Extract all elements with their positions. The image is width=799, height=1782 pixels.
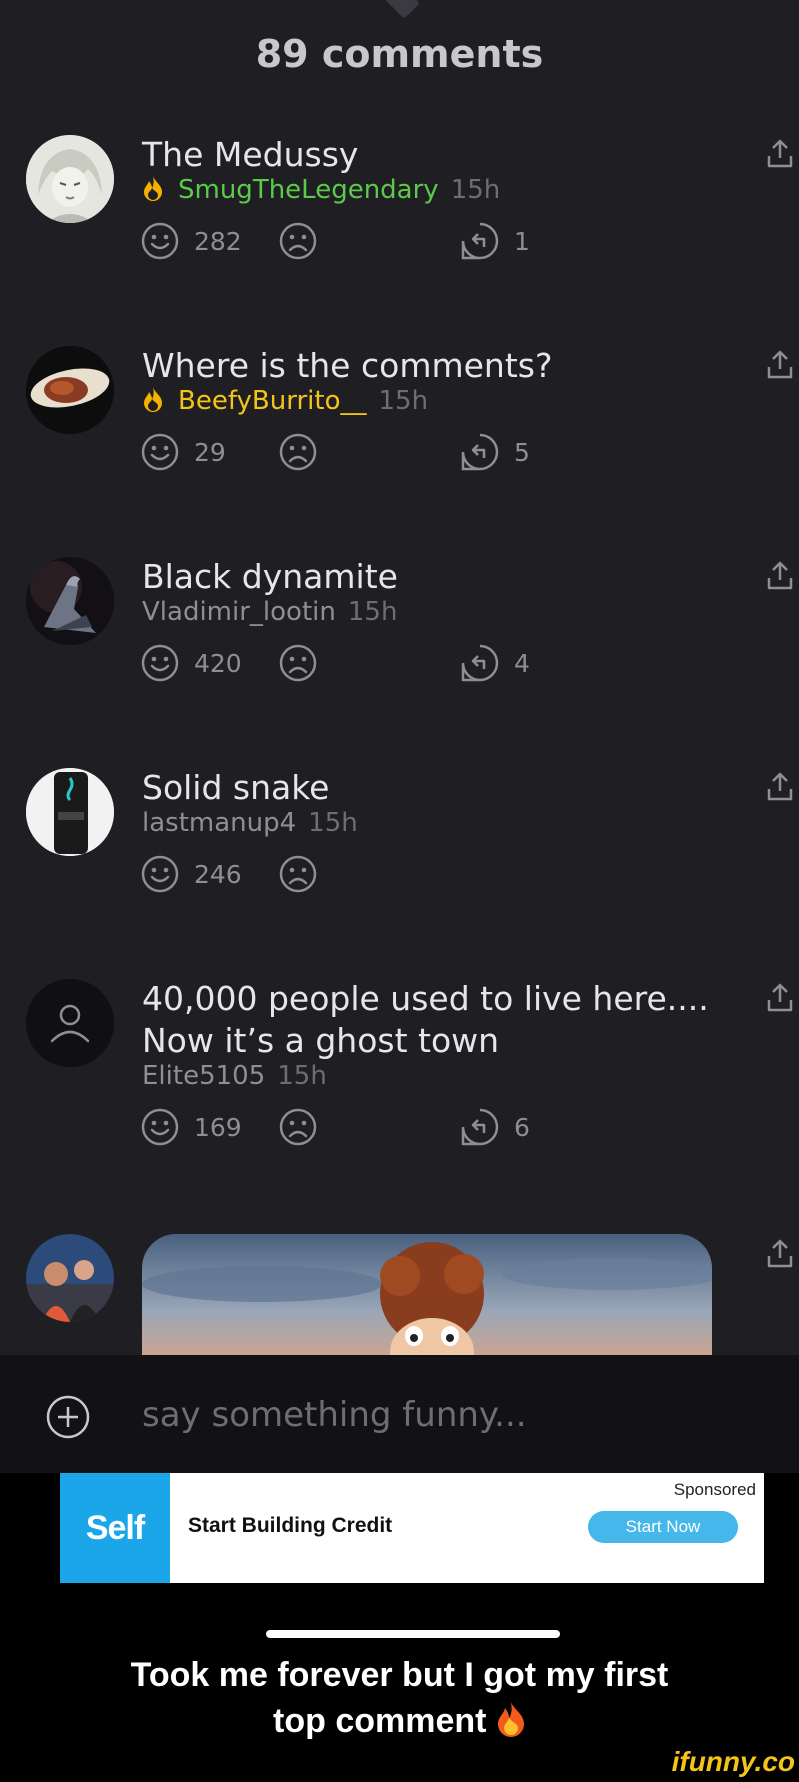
caption-line-2-wrap: top comment (0, 1698, 799, 1744)
share-icon[interactable] (766, 982, 794, 1014)
meme-caption: Took me forever but I got my first top c… (0, 1652, 799, 1744)
unsmile-button[interactable] (278, 1107, 318, 1147)
username[interactable]: SmugTheLegendary (178, 175, 439, 205)
comment-meta: BeefyBurrito__ 15h (142, 386, 428, 416)
smile-button[interactable]: 169 (140, 1107, 242, 1147)
username[interactable]: lastmanup4 (142, 808, 296, 838)
ad-sponsored-label: Sponsored (673, 1480, 756, 1499)
timestamp: 15h (277, 1061, 327, 1091)
comment-text: 40,000 people used to live here.... Now … (142, 979, 709, 1060)
comment-input[interactable]: say something funny... (142, 1395, 527, 1435)
comment-image[interactable] (142, 1234, 712, 1364)
reply-button[interactable]: 4 (460, 643, 530, 683)
ad-logo: Self (60, 1473, 170, 1583)
ad-banner[interactable]: Self Start Building Credit Sponsored Sta… (60, 1473, 764, 1583)
smile-count: 282 (194, 226, 242, 256)
unsmile-button[interactable] (278, 432, 318, 472)
timestamp: 15h (378, 386, 429, 416)
timestamp: 15h (347, 597, 398, 627)
comment-meta: lastmanup4 15h (142, 808, 358, 838)
watermark: ifunny.co (671, 1746, 795, 1777)
comment-meta: Elite5105 15h (142, 1061, 327, 1091)
frown-icon (279, 222, 317, 260)
comment-actions: 282 1 (140, 221, 560, 261)
reply-count: 6 (514, 1112, 530, 1142)
fire-emoji-icon (497, 1702, 524, 1737)
reply-count: 4 (514, 648, 530, 678)
username[interactable]: BeefyBurrito__ (178, 386, 366, 416)
share-icon[interactable] (766, 349, 794, 381)
fire-badge-icon (144, 387, 162, 412)
smile-count: 29 (194, 437, 226, 467)
reply-icon (461, 222, 499, 260)
avatar[interactable] (26, 979, 114, 1067)
share-icon[interactable] (766, 560, 794, 592)
comment-meta: SmugTheLegendary 15h (142, 175, 500, 205)
frown-icon (279, 644, 317, 682)
unsmile-button[interactable] (278, 854, 318, 894)
frown-icon (279, 1108, 317, 1146)
default-user-icon (26, 979, 114, 1067)
sheet-handle[interactable] (380, 0, 420, 19)
reply-button[interactable]: 6 (460, 1107, 530, 1147)
smile-count: 246 (194, 859, 242, 889)
reply-count: 1 (514, 226, 530, 256)
share-icon[interactable] (766, 138, 794, 170)
ad-headline: Start Building Credit (188, 1514, 393, 1537)
unsmile-button[interactable] (278, 643, 318, 683)
fire-badge-icon (144, 176, 162, 201)
smile-count: 420 (194, 648, 242, 678)
reply-button[interactable]: 1 (460, 221, 530, 261)
avatar[interactable] (26, 135, 114, 223)
smile-button[interactable]: 246 (140, 854, 242, 894)
comment-composer: say something funny... (0, 1355, 799, 1473)
comment-meta: Vladimir_lootin 15h (142, 597, 397, 627)
avatar[interactable] (26, 768, 114, 856)
comment-text: Where is the comments? (142, 346, 553, 385)
comment-actions: 29 5 (140, 432, 560, 472)
reply-count: 5 (514, 437, 530, 467)
smile-button[interactable]: 420 (140, 643, 242, 683)
reply-icon (461, 1108, 499, 1146)
share-icon[interactable] (766, 771, 794, 803)
timestamp: 15h (308, 808, 358, 838)
smile-icon (141, 1108, 179, 1146)
smile-icon (141, 644, 179, 682)
comment-actions: 420 4 (140, 643, 560, 683)
reply-button[interactable]: 5 (460, 432, 530, 472)
reply-icon (461, 433, 499, 471)
frown-icon (279, 433, 317, 471)
comment-actions: 246 (140, 854, 560, 894)
comment-text: The Medussy (142, 135, 359, 174)
smile-icon (141, 222, 179, 260)
smile-button[interactable]: 29 (140, 432, 226, 472)
unsmile-button[interactable] (278, 221, 318, 261)
frown-icon (279, 855, 317, 893)
username[interactable]: Elite5105 (142, 1061, 265, 1091)
smile-icon (141, 855, 179, 893)
avatar[interactable] (26, 346, 114, 434)
share-icon[interactable] (766, 1238, 794, 1270)
smile-icon (141, 433, 179, 471)
comment-count: 89 comments (255, 32, 544, 76)
avatar[interactable] (26, 557, 114, 645)
smile-count: 169 (194, 1112, 242, 1142)
home-indicator[interactable] (266, 1630, 560, 1638)
smile-button[interactable]: 282 (140, 221, 242, 261)
timestamp: 15h (450, 175, 501, 205)
add-attachment-icon[interactable] (46, 1395, 90, 1439)
caption-line-1: Took me forever but I got my first (130, 1656, 669, 1694)
avatar[interactable] (26, 1234, 114, 1322)
caption-line-2: top comment (273, 1702, 487, 1740)
comment-text: Black dynamite (142, 557, 398, 596)
comment-actions: 169 6 (140, 1107, 560, 1147)
ad-cta-button[interactable]: Start Now (588, 1511, 738, 1543)
comments-sheet: 89 comments The Medussy SmugTheLegendary… (0, 0, 799, 1473)
reply-icon (461, 644, 499, 682)
username[interactable]: Vladimir_lootin (142, 597, 336, 627)
comment-text: Solid snake (142, 768, 330, 807)
